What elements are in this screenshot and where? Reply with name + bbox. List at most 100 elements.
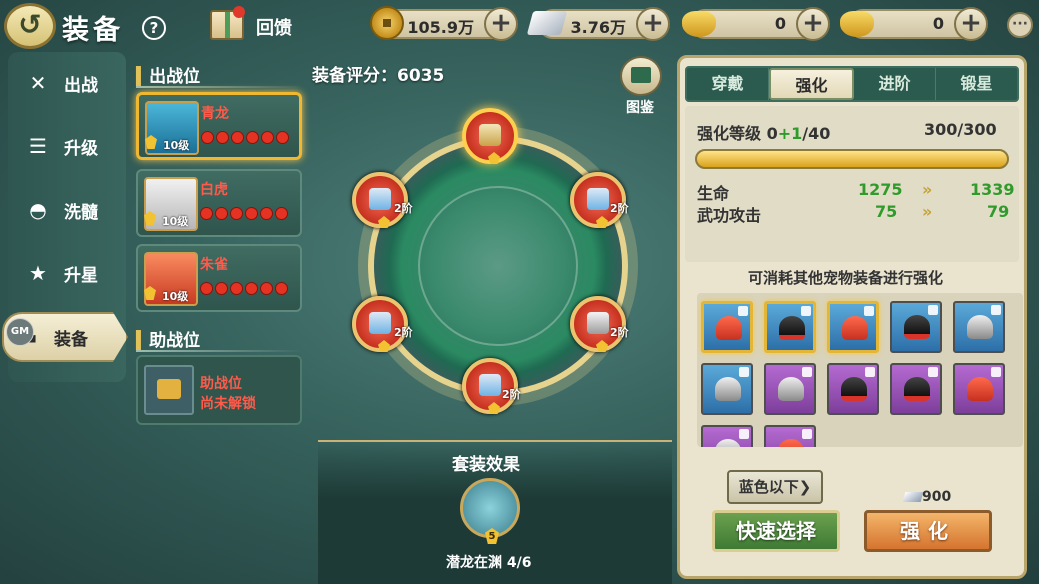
feedback-button[interactable]: 回馈: [256, 14, 292, 40]
double-arrow-icon: »: [922, 202, 933, 221]
pet-level: 10级: [163, 139, 190, 152]
filter-dropdown[interactable]: 蓝色以下❯: [727, 470, 823, 504]
bullet-icon: ▍: [136, 331, 150, 351]
sidebar-item-label: 出战: [64, 75, 98, 96]
silver-bar-icon: [526, 11, 568, 35]
sidebar-item-label: 装备: [54, 329, 88, 350]
pet-card-qinglong[interactable]: 10级 青龙: [136, 92, 302, 160]
resource-value: 3.76万: [570, 18, 626, 37]
material-item[interactable]: [890, 301, 942, 353]
slot-stage-label: 2阶: [610, 202, 629, 215]
battle-section-title: ▍出战位: [136, 62, 200, 87]
add-yuanbao-button[interactable]: +: [954, 7, 988, 41]
sidebar-item-star[interactable]: ★ 升星: [14, 248, 126, 298]
material-grid: [697, 293, 1023, 447]
add-silver-button[interactable]: +: [636, 7, 670, 41]
more-menu-icon[interactable]: ···: [1007, 12, 1033, 38]
pet-star-dots: [200, 207, 288, 220]
resource-value: 0: [774, 14, 786, 33]
slot-stage-label: 2阶: [502, 388, 521, 401]
glove-icon: [967, 315, 993, 339]
assist-line-2: 尚未解锁: [200, 396, 256, 412]
divider: [136, 350, 302, 352]
glove-icon: [779, 316, 805, 340]
material-item[interactable]: [701, 363, 753, 415]
tab-advance[interactable]: 进阶: [854, 68, 936, 100]
enhance-cost: 900: [922, 489, 952, 505]
resource-copper: 105.9万 +: [370, 6, 518, 41]
panel-tabs: 穿戴 强化 进阶 锻星: [685, 66, 1019, 102]
material-item[interactable]: [764, 363, 816, 415]
glove-icon: [842, 316, 868, 340]
pet-name: 白虎: [200, 182, 228, 198]
cloak-icon: [369, 312, 391, 334]
codex-book-icon[interactable]: [620, 56, 662, 96]
divider: [136, 86, 302, 88]
material-item[interactable]: [890, 363, 942, 415]
assist-slot-locked[interactable]: 助战位 尚未解锁: [136, 355, 302, 425]
material-item[interactable]: [827, 363, 879, 415]
codex-label[interactable]: 图鉴: [626, 97, 654, 117]
material-item[interactable]: [953, 301, 1005, 353]
star-icon: [378, 340, 390, 352]
add-gold-ingot-button[interactable]: +: [796, 7, 830, 41]
star-icon: ★: [29, 261, 47, 285]
sidebar-item-refine[interactable]: ◓ 洗髓: [14, 185, 126, 235]
corner-badge: [864, 306, 874, 316]
gm-button[interactable]: GM: [6, 318, 34, 346]
back-button[interactable]: ↺: [4, 3, 56, 49]
filter-label: 蓝色以下: [738, 478, 799, 496]
pet-star-dots: [200, 282, 288, 295]
corner-badge: [991, 305, 1001, 315]
accessory-icon: [587, 312, 609, 334]
slot-stage-label: 2阶: [394, 202, 413, 215]
assist-line-1: 助战位: [200, 376, 242, 392]
glove-icon: [715, 439, 741, 447]
sidebar-item-battle[interactable]: ✕ 出战: [14, 58, 126, 108]
pet-display-area: [418, 186, 578, 346]
weapon-icon: [479, 124, 501, 146]
add-copper-button[interactable]: +: [484, 7, 518, 41]
pet-name: 朱雀: [200, 257, 228, 273]
scroll-icon: ☰: [29, 134, 47, 158]
battle-section-label: 出战位: [149, 67, 201, 87]
sidebar-item-upgrade[interactable]: ☰ 升级: [14, 121, 126, 171]
material-item[interactable]: [764, 425, 816, 447]
stat-from: 75: [875, 202, 898, 221]
glove-icon: [904, 315, 930, 339]
help-button[interactable]: ?: [142, 16, 166, 40]
tab-wear[interactable]: 穿戴: [687, 68, 769, 100]
material-item[interactable]: [701, 425, 753, 447]
corner-badge: [928, 305, 938, 315]
pet-star-dots: [201, 131, 289, 144]
sidebar-item-label: 升星: [64, 265, 98, 286]
resource-gold-ingot: 0 +: [682, 7, 830, 41]
assist-section-title: ▍助战位: [136, 326, 200, 351]
tab-enhance[interactable]: 强化: [769, 68, 854, 100]
enhance-button[interactable]: 强化: [864, 510, 992, 552]
material-item[interactable]: [953, 363, 1005, 415]
page-title: 装备: [62, 15, 124, 46]
tab-forge-star[interactable]: 锻星: [936, 68, 1017, 100]
bullet-icon: ▍: [136, 67, 150, 87]
dragon-suit-icon[interactable]: [460, 478, 520, 538]
glove-icon: [967, 377, 993, 401]
suit-title: 套装效果: [452, 455, 520, 475]
enhance-level-plus: +1: [777, 124, 803, 143]
glove-icon: [716, 316, 742, 340]
lock-chest-icon: [144, 365, 194, 415]
sidebar-item-label: 洗髓: [64, 202, 98, 223]
material-item[interactable]: [701, 301, 753, 353]
equipment-slot-weapon[interactable]: [462, 108, 518, 164]
pet-card-zhuque[interactable]: 10级 朱雀: [136, 244, 302, 312]
assist-section-label: 助战位: [149, 331, 201, 351]
resource-value: 0: [932, 14, 944, 33]
silver-bar-icon: [902, 492, 924, 502]
corner-badge: [801, 306, 811, 316]
material-item[interactable]: [827, 301, 879, 353]
helmet-icon: [369, 188, 391, 210]
pet-card-baihu[interactable]: 10级 白虎: [136, 169, 302, 237]
resource-yuanbao: 0 +: [840, 7, 988, 41]
quick-select-button[interactable]: 快速选择: [712, 510, 840, 552]
material-item[interactable]: [764, 301, 816, 353]
